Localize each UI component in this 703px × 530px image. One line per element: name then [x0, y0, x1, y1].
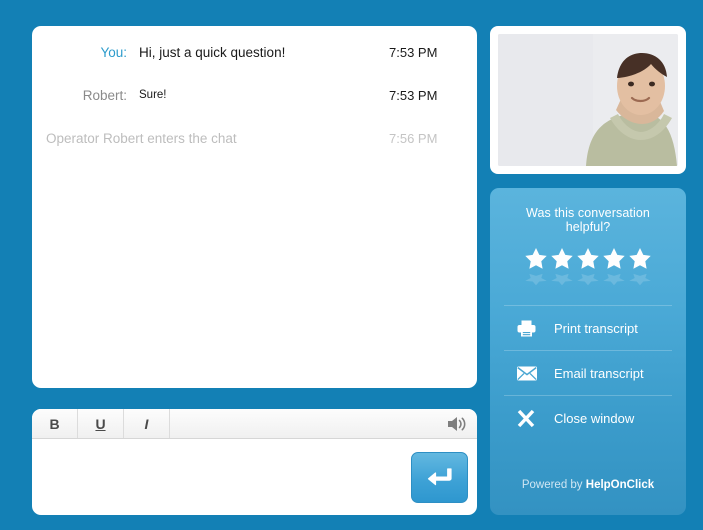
printer-icon — [516, 319, 546, 338]
chat-column: You: Hi, just a quick question! 7:53 PM … — [32, 26, 477, 515]
star-2-reflection — [550, 273, 574, 286]
message-timestamp: 7:53 PM — [389, 88, 438, 103]
star-3-reflection — [576, 273, 600, 286]
print-transcript-label: Print transcript — [554, 320, 638, 336]
message-text: Hi, just a quick question! — [139, 45, 286, 60]
composer-body — [32, 439, 477, 514]
avatar — [498, 34, 678, 166]
star-5-reflection — [628, 273, 652, 286]
system-message-row: Operator Robert enters the chat 7:56 PM — [32, 130, 477, 147]
print-transcript-button[interactable]: Print transcript — [504, 306, 672, 351]
format-toolbar: B U I — [32, 409, 477, 439]
powered-by: Powered by HelpOnClick — [490, 479, 686, 491]
italic-button[interactable]: I — [124, 409, 170, 438]
operator-card — [490, 26, 686, 174]
star-2[interactable] — [550, 247, 574, 291]
rating-panel: Was this conversation helpful? Print tra… — [490, 188, 686, 515]
message-row: Robert: Sure! 7:53 PM — [32, 87, 477, 104]
bold-button[interactable]: B — [32, 409, 78, 438]
message-author: Robert: — [82, 88, 127, 103]
email-transcript-button[interactable]: Email transcript — [504, 351, 672, 396]
message-author: You: — [100, 45, 127, 60]
message-list: You: Hi, just a quick question! 7:53 PM … — [32, 26, 477, 147]
send-button[interactable] — [411, 452, 468, 503]
message-input[interactable] — [32, 439, 412, 513]
side-column: Was this conversation helpful? Print tra… — [490, 26, 686, 515]
star-1-reflection — [524, 273, 548, 286]
powered-by-prefix: Powered by — [521, 479, 586, 491]
star-4-reflection — [602, 273, 626, 286]
message-text: Sure! — [139, 89, 167, 101]
message-row: You: Hi, just a quick question! 7:53 PM — [32, 44, 477, 61]
system-message-text: Operator Robert enters the chat — [46, 131, 237, 146]
star-5[interactable] — [628, 247, 652, 291]
enter-arrow-icon — [427, 467, 452, 485]
star-3[interactable] — [576, 247, 600, 291]
envelope-icon — [516, 365, 546, 382]
brand-name: HelpOnClick — [585, 479, 655, 491]
underline-button[interactable]: U — [78, 409, 124, 438]
action-list: Print transcript Email transcript Close … — [504, 305, 672, 441]
email-transcript-label: Email transcript — [554, 365, 644, 381]
star-4[interactable] — [602, 247, 626, 291]
rating-question: Was this conversation helpful? — [526, 206, 650, 234]
speaker-icon[interactable] — [445, 414, 467, 434]
close-window-button[interactable]: Close window — [504, 396, 672, 441]
close-x-icon — [516, 409, 546, 428]
close-window-label: Close window — [554, 411, 635, 426]
message-timestamp: 7:53 PM — [389, 45, 438, 60]
system-message-timestamp: 7:56 PM — [389, 131, 438, 146]
star-rating[interactable] — [504, 247, 672, 291]
star-1[interactable] — [524, 247, 548, 291]
composer-panel: B U I — [32, 409, 477, 515]
transcript-panel: You: Hi, just a quick question! 7:53 PM … — [32, 26, 477, 388]
